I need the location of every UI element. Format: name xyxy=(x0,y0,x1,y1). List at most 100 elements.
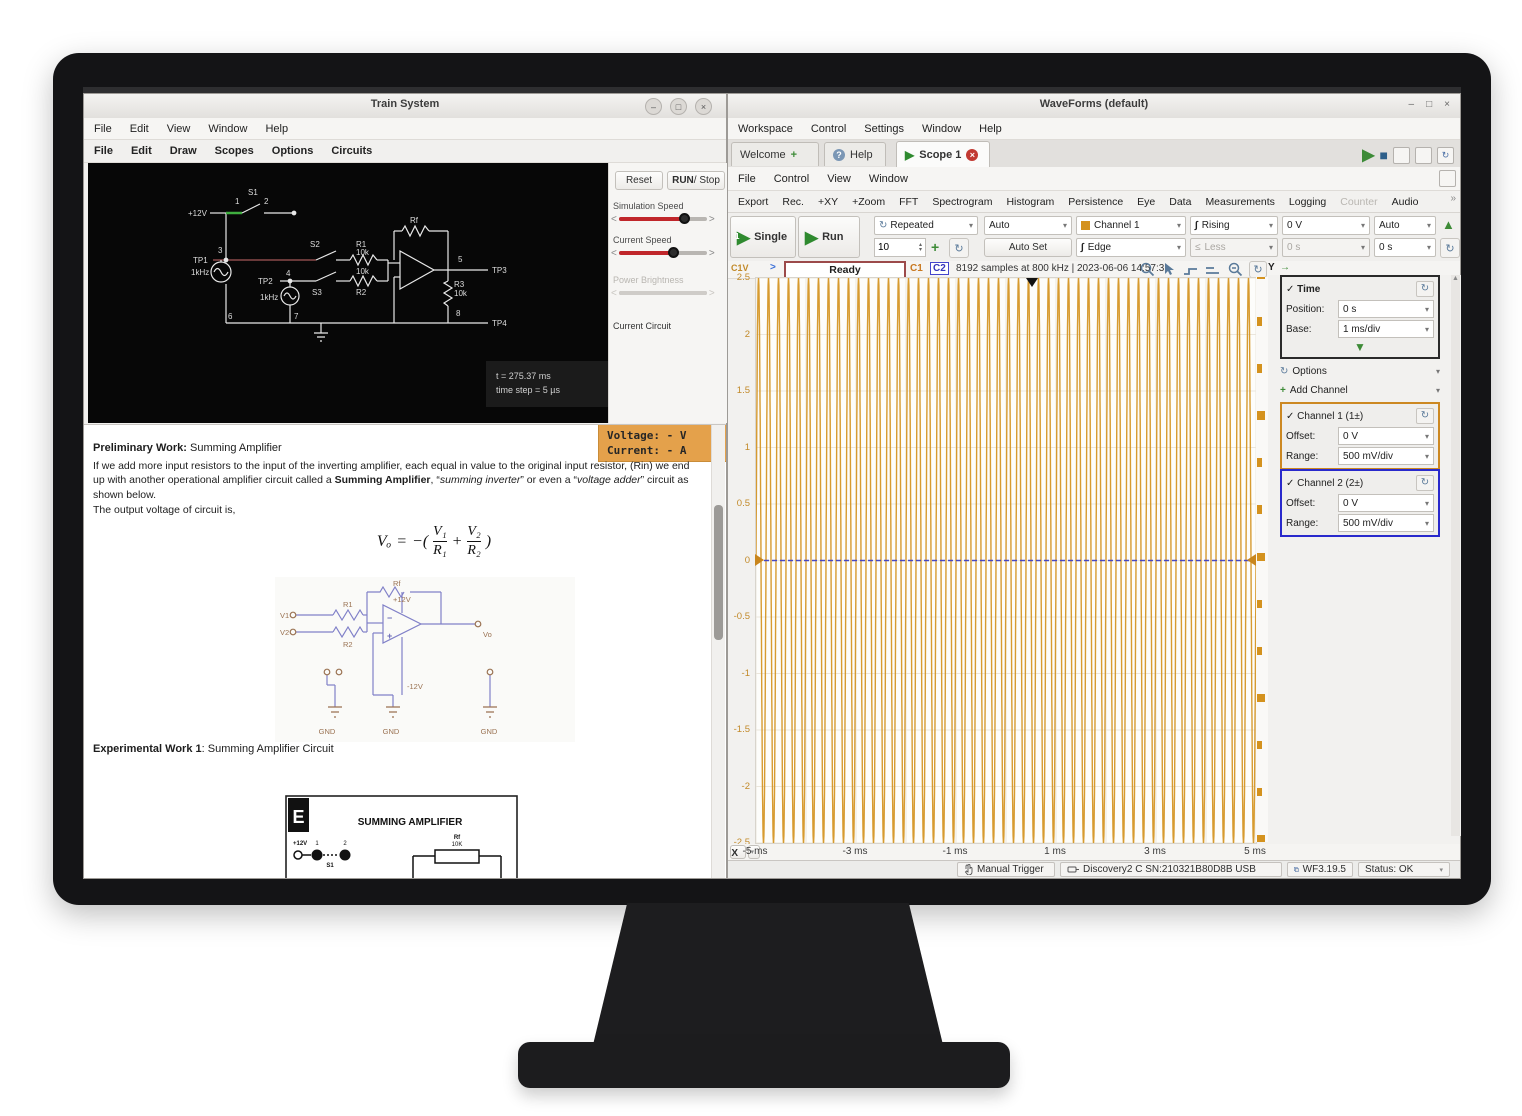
auto-set-button[interactable]: Auto Set xyxy=(984,238,1072,257)
window-split-icon[interactable] xyxy=(1415,147,1432,164)
add-buffer-icon[interactable]: + xyxy=(931,239,939,255)
slider-knob[interactable] xyxy=(668,247,679,258)
app-menu-item[interactable]: Draw xyxy=(170,145,197,157)
y-cursors-icon[interactable] xyxy=(1205,262,1220,277)
move-up-icon[interactable]: ▲ xyxy=(1442,217,1455,232)
channel1-header[interactable]: ✓ Channel 1 (1±) ↻ xyxy=(1286,406,1434,426)
c1-badge[interactable]: C1 xyxy=(910,263,923,274)
scrollbar-thumb[interactable] xyxy=(714,505,723,640)
toolbar-item[interactable]: Measurements xyxy=(1205,196,1274,208)
toolbar-item[interactable]: Persistence xyxy=(1068,196,1123,208)
checkbox-checked-icon[interactable]: ✓ xyxy=(1286,411,1294,422)
trigger-level-dropdown[interactable]: 0 V ▾ xyxy=(1282,216,1370,235)
buffer-sync-icon[interactable]: ↻ xyxy=(949,238,969,258)
app-menu-item[interactable]: File xyxy=(94,145,113,157)
toolbar-item[interactable]: Rec. xyxy=(782,196,804,208)
panel-scrollbar[interactable]: ▲ xyxy=(1451,275,1460,836)
version-button[interactable]: WF3.19.5 xyxy=(1287,862,1353,877)
toolbar-overflow-icon[interactable]: » xyxy=(1450,193,1456,204)
menu-item[interactable]: Edit xyxy=(130,123,149,135)
run-stop-button[interactable]: RUN / Stop xyxy=(667,171,725,190)
scroll-up-icon[interactable]: ▲ xyxy=(1452,275,1459,282)
wf-titlebar[interactable]: WaveForms (default) – □ × xyxy=(728,94,1460,119)
toolbar-item[interactable]: FFT xyxy=(899,196,918,208)
toolbar-item[interactable]: Data xyxy=(1169,196,1191,208)
channel-offset-marker-left[interactable] xyxy=(755,554,764,566)
scope-menu-item[interactable]: Control xyxy=(774,173,809,185)
minimize-button[interactable]: – xyxy=(645,98,662,115)
settings-sync-icon[interactable]: ↻ xyxy=(1437,147,1454,164)
buffer-spinner[interactable]: 10 ▴▾ xyxy=(874,238,926,257)
trigger-time-marker[interactable] xyxy=(1026,278,1038,287)
channel2-header[interactable]: ✓ Channel 2 (2±) ↻ xyxy=(1286,473,1434,493)
holdoff-dropdown[interactable]: Auto ▾ xyxy=(1374,216,1436,235)
expand-down-icon[interactable]: ▼ xyxy=(1354,340,1366,354)
tab-scope-1[interactable]: ▶ Scope 1 × xyxy=(896,141,990,167)
status-ok-button[interactable]: Status: OK ▾ xyxy=(1358,862,1450,877)
channel2-range-dropdown[interactable]: 500 mV/div▾ xyxy=(1338,514,1434,532)
time-settings-icon[interactable]: ↻ xyxy=(1416,281,1434,297)
add-channel-row[interactable]: + Add Channel ▾ xyxy=(1280,382,1440,398)
scope-menu-item[interactable]: File xyxy=(738,173,756,185)
single-button[interactable]: ▶1 Single xyxy=(730,216,796,258)
tab-close-icon[interactable]: × xyxy=(966,149,978,161)
app-menu-item[interactable]: Scopes xyxy=(215,145,254,157)
simulation-speed-slider[interactable]: < > xyxy=(611,213,715,225)
x-cursors-icon[interactable] xyxy=(1183,262,1198,277)
device-button[interactable]: Discovery2 C SN:210321B80D8B USB xyxy=(1060,862,1282,877)
menu-item[interactable]: Control xyxy=(811,123,846,135)
stop-all-button[interactable]: ■ xyxy=(1380,147,1388,163)
autorange-dropdown[interactable]: Auto ▾ xyxy=(984,216,1072,235)
app-menu-item[interactable]: Options xyxy=(272,145,314,157)
minimize-button[interactable]: – xyxy=(1409,99,1415,110)
trigger-source-dropdown[interactable]: Channel 1 ▾ xyxy=(1076,216,1186,235)
dock-icon[interactable] xyxy=(1439,170,1456,187)
document-scrollbar[interactable] xyxy=(711,425,725,878)
app-menu-item[interactable]: Edit xyxy=(131,145,152,157)
time-expand-row[interactable]: ▼ xyxy=(1286,339,1434,355)
menu-item[interactable]: File xyxy=(94,123,112,135)
channel2-settings-icon[interactable]: ↻ xyxy=(1416,475,1434,491)
toolbar-item[interactable]: Export xyxy=(738,196,768,208)
reset-button[interactable]: Reset xyxy=(615,171,663,190)
menu-item[interactable]: Window xyxy=(922,123,961,135)
c2-badge[interactable]: C2 xyxy=(930,262,949,275)
y-axis-menu[interactable]: Y xyxy=(1268,262,1275,273)
base-dropdown[interactable]: 1 ms/div▾ xyxy=(1338,320,1434,338)
acquisition-mode-dropdown[interactable]: ↻ Repeated ▾ xyxy=(874,216,978,235)
toolbar-item[interactable]: Counter xyxy=(1340,196,1377,208)
manual-trigger-button[interactable]: Manual Trigger xyxy=(957,862,1055,877)
trigger-type-dropdown[interactable]: ∫ Edge ▾ xyxy=(1076,238,1186,257)
checkbox-checked-icon[interactable]: ✓ xyxy=(1286,284,1294,295)
train-titlebar[interactable]: Train System – □ × xyxy=(84,94,726,119)
menu-item[interactable]: View xyxy=(167,123,191,135)
zoom-in-icon[interactable] xyxy=(1140,262,1155,277)
trigger-sync-icon[interactable]: ↻ xyxy=(1440,238,1460,258)
slider-right-arrow[interactable]: > xyxy=(709,214,715,225)
slider-knob[interactable] xyxy=(679,213,690,224)
channel2-offset-dropdown[interactable]: 0 V▾ xyxy=(1338,494,1434,512)
app-menu-item[interactable]: Circuits xyxy=(331,145,372,157)
toolbar-item[interactable]: +Zoom xyxy=(852,196,885,208)
toolbar-item[interactable]: Eye xyxy=(1137,196,1155,208)
position-dropdown[interactable]: 0 s▾ xyxy=(1338,300,1434,318)
run-button[interactable]: ▶ Run xyxy=(798,216,860,258)
toolbar-item[interactable]: Audio xyxy=(1392,196,1419,208)
scope-menu-item[interactable]: View xyxy=(827,173,851,185)
maximize-button[interactable]: □ xyxy=(1426,99,1432,110)
slider-left-arrow[interactable]: < xyxy=(611,214,617,225)
slider-left-arrow[interactable]: < xyxy=(611,248,617,259)
menu-item[interactable]: Window xyxy=(208,123,247,135)
checkbox-checked-icon[interactable]: ✓ xyxy=(1286,478,1294,489)
maximize-button[interactable]: □ xyxy=(670,98,687,115)
tab-welcome[interactable]: Welcome + xyxy=(731,142,819,166)
menu-item[interactable]: Settings xyxy=(864,123,904,135)
toolbar-item[interactable]: Logging xyxy=(1289,196,1326,208)
scope-plot[interactable] xyxy=(755,277,1257,844)
close-button[interactable]: × xyxy=(1444,99,1450,110)
channel1-settings-icon[interactable]: ↻ xyxy=(1416,408,1434,424)
tab-help[interactable]: ? Help xyxy=(824,142,886,166)
trigger-condition-dropdown[interactable]: ∫ Rising ▾ xyxy=(1190,216,1278,235)
channel1-range-dropdown[interactable]: 500 mV/div▾ xyxy=(1338,447,1434,465)
spin-down-icon[interactable]: ▾ xyxy=(919,248,922,253)
